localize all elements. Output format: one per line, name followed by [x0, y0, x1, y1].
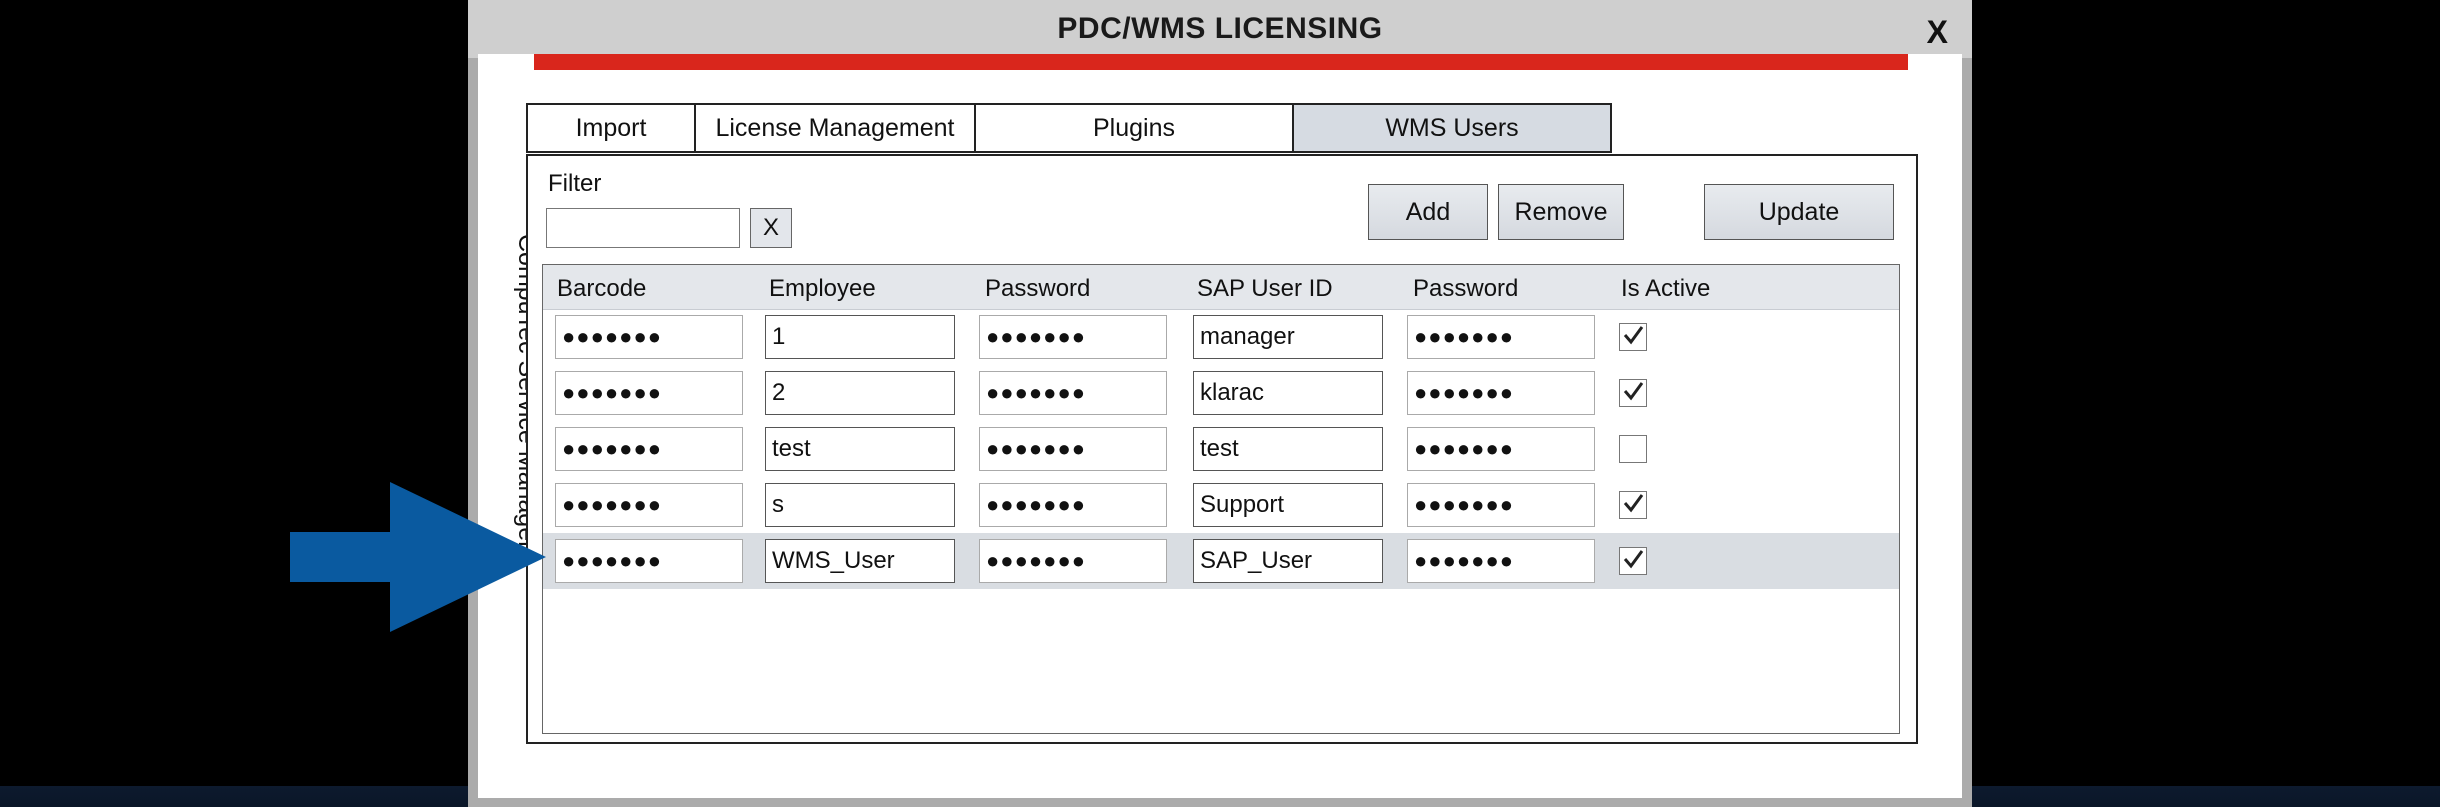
wms-users-panel: Filter X Add Remove Update Barcode Emplo…	[526, 154, 1918, 744]
sap-user-id-cell[interactable]: manager	[1193, 315, 1383, 359]
tab-license-management[interactable]: License Management	[694, 103, 976, 153]
barcode-cell[interactable]: ●●●●●●●	[555, 483, 743, 527]
tab-wms-users[interactable]: WMS Users	[1292, 103, 1612, 153]
table-row[interactable]: ●●●●●●● WMS_User ●●●●●●● SAP_User ●●●●●●…	[543, 533, 1899, 589]
window-content: CompuTec Service Manager Import License …	[478, 54, 1962, 798]
column-header-employee[interactable]: Employee	[769, 275, 876, 303]
sap-password-cell[interactable]: ●●●●●●●	[1407, 539, 1595, 583]
licensing-window: PDC/WMS LICENSING X CompuTec Service Man…	[468, 0, 1972, 807]
password-cell[interactable]: ●●●●●●●	[979, 315, 1167, 359]
employee-cell[interactable]: 1	[765, 315, 955, 359]
table-row[interactable]: ●●●●●●● 1 ●●●●●●● manager ●●●●●●●	[543, 309, 1899, 365]
sap-user-id-cell[interactable]: SAP_User	[1193, 539, 1383, 583]
table-row[interactable]: ●●●●●●● 2 ●●●●●●● klarac ●●●●●●●	[543, 365, 1899, 421]
is-active-checkbox[interactable]	[1619, 379, 1647, 407]
filter-label: Filter	[548, 170, 602, 197]
column-header-password[interactable]: Password	[985, 275, 1090, 303]
employee-cell[interactable]: test	[765, 427, 955, 471]
title-bar: PDC/WMS LICENSING X	[468, 0, 1972, 58]
window-title: PDC/WMS LICENSING	[1057, 12, 1383, 45]
column-header-sap-password[interactable]: Password	[1413, 275, 1518, 303]
column-header-barcode[interactable]: Barcode	[557, 275, 646, 303]
password-cell[interactable]: ●●●●●●●	[979, 371, 1167, 415]
table-row[interactable]: ●●●●●●● test ●●●●●●● test ●●●●●●●	[543, 421, 1899, 477]
is-active-checkbox[interactable]	[1619, 435, 1647, 463]
update-button[interactable]: Update	[1704, 184, 1894, 240]
password-cell[interactable]: ●●●●●●●	[979, 539, 1167, 583]
password-cell[interactable]: ●●●●●●●	[979, 483, 1167, 527]
tab-plugins[interactable]: Plugins	[974, 103, 1294, 153]
checkmark-icon	[1622, 548, 1644, 575]
grid-header: Barcode Employee Password SAP User ID Pa…	[543, 265, 1899, 310]
checkmark-icon	[1622, 324, 1644, 351]
column-header-is-active[interactable]: Is Active	[1621, 275, 1710, 303]
users-grid: Barcode Employee Password SAP User ID Pa…	[542, 264, 1900, 734]
sap-password-cell[interactable]: ●●●●●●●	[1407, 483, 1595, 527]
filter-clear-button[interactable]: X	[750, 208, 792, 248]
sap-password-cell[interactable]: ●●●●●●●	[1407, 427, 1595, 471]
password-cell[interactable]: ●●●●●●●	[979, 427, 1167, 471]
employee-cell[interactable]: WMS_User	[765, 539, 955, 583]
filter-input[interactable]	[546, 208, 740, 248]
is-active-checkbox[interactable]	[1619, 323, 1647, 351]
employee-cell[interactable]: s	[765, 483, 955, 527]
checkmark-icon	[1622, 492, 1644, 519]
tab-import[interactable]: Import	[526, 103, 696, 153]
column-header-sap-user-id[interactable]: SAP User ID	[1197, 275, 1333, 303]
sap-user-id-cell[interactable]: klarac	[1193, 371, 1383, 415]
accent-bar	[534, 54, 1908, 70]
barcode-cell[interactable]: ●●●●●●●	[555, 371, 743, 415]
is-active-checkbox[interactable]	[1619, 547, 1647, 575]
sap-user-id-cell[interactable]: test	[1193, 427, 1383, 471]
add-button[interactable]: Add	[1368, 184, 1488, 240]
sap-user-id-cell[interactable]: Support	[1193, 483, 1383, 527]
checkmark-icon	[1622, 380, 1644, 407]
arrow-right-icon	[290, 482, 546, 632]
barcode-cell[interactable]: ●●●●●●●	[555, 315, 743, 359]
table-row[interactable]: ●●●●●●● s ●●●●●●● Support ●●●●●●●	[543, 477, 1899, 533]
sap-password-cell[interactable]: ●●●●●●●	[1407, 371, 1595, 415]
sap-password-cell[interactable]: ●●●●●●●	[1407, 315, 1595, 359]
close-button[interactable]: X	[1927, 14, 1948, 51]
remove-button[interactable]: Remove	[1498, 184, 1624, 240]
is-active-checkbox[interactable]	[1619, 491, 1647, 519]
barcode-cell[interactable]: ●●●●●●●	[555, 539, 743, 583]
employee-cell[interactable]: 2	[765, 371, 955, 415]
barcode-cell[interactable]: ●●●●●●●	[555, 427, 743, 471]
